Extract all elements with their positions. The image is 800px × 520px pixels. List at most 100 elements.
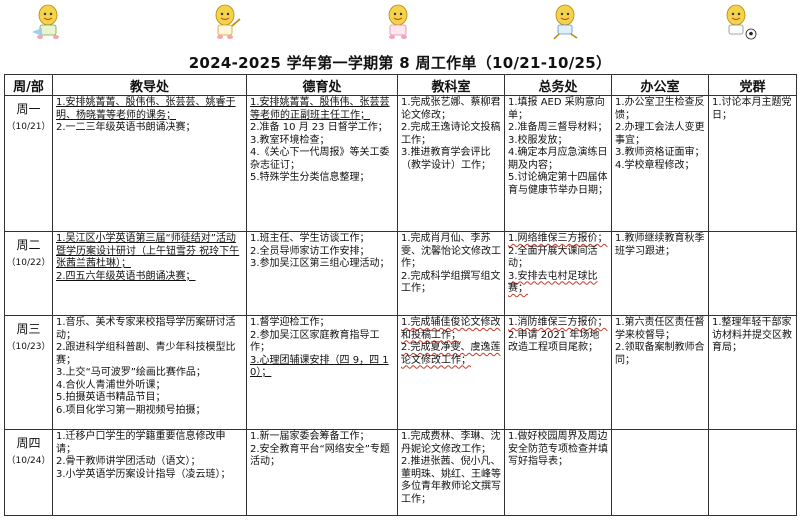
task-item: 5.特殊学生分类信息整理； (250, 172, 370, 183)
task-item: 1.完成张艺娜、蔡柳君论文修改； (401, 97, 501, 121)
task-item: 1.安排姚菁菁、殷伟伟、张芸芸、姚睿于明、杨晓菁等老师的课务； (56, 97, 236, 121)
task-item: 1.迁移户口学生的学籍重要信息修改申请； (56, 431, 226, 455)
task-item: 1.教师继续教育秋季班学习跟进； (615, 233, 705, 257)
task-cell-moral-education: 1.班主任、学生访谈工作； 2.全员导师家访工作安排； 3.参加吴江区第三组心理… (246, 231, 398, 316)
task-item: 3.上交“马可波罗”绘画比赛作品； (56, 367, 206, 378)
table-row-tuesday: 周二 （10/22） 1.吴江区小学英语第三届“师徒结对”活动暨学历案设计研讨（… (4, 231, 797, 316)
table-row-monday: 周一 （10/21） 1.安排姚菁菁、殷伟伟、张芸芸、姚睿于明、杨晓菁等老师的课… (4, 95, 797, 232)
day-name: 周二 (16, 238, 41, 252)
task-cell-party-affairs: 1.讨论本月主题党日； (708, 95, 797, 232)
task-item: 1.整理年轻干部家访材料并提交区教育局； (712, 317, 792, 353)
task-item: 2.完成科学组撰写组文工作； (401, 270, 501, 295)
task-item: 2.完成王逸诗论文投稿工作； (401, 122, 501, 146)
task-cell-general-affairs: 1.网络维保三方报价； 2.全面开展大课间活动； 3.安排去屯村足球比赛； (504, 231, 612, 316)
task-item: 4.《关心下一代周报》等关工委杂志征订； (250, 147, 390, 171)
header-decoration (0, 0, 800, 44)
task-cell-general-affairs: 1.消防维保三方报价； 2.申请 2021 年场地改造工程项目尾款； (504, 315, 612, 430)
mascot-reading-icon (32, 4, 59, 39)
day-name: 周四 (16, 436, 41, 450)
task-item: 3.推进教育学会评比（教学设计）工作； (401, 147, 491, 171)
task-cell-research-office: 1.完成肖月仙、李苏雯、沈馨怡论文修改工作； 2.完成科学组撰写组文工作； (397, 231, 505, 316)
task-item: 4.学校章程修改； (615, 159, 695, 171)
task-item: 1.班主任、学生访谈工作； (250, 233, 370, 244)
task-item: 2.领取备案制教师合同； (615, 342, 705, 366)
task-cell-moral-education: 1.新一届家委会筹备工作； 2.安全教育平台“网络安全”专题活动； (246, 429, 398, 516)
task-cell-academic-affairs: 1.音乐、美术专家来校指导学历案研讨活动； 2.跟进科学组科普剧、青少年科技模型… (52, 315, 247, 430)
task-cell-admin-office: 1.办公室卫生检查反馈； 2.办理工会法人变更事宜； 3.教师资格证面审； 4.… (611, 95, 709, 232)
task-cell-moral-education: 1.安排姚菁菁、殷伟伟、张芸芸等老师的正副班主任工作； 2.准备 10 月 23… (246, 95, 398, 232)
task-item: 3.参加吴江区第三组心理活动； (250, 258, 390, 269)
task-item: 1.网络维保三方报价； (508, 233, 608, 244)
task-item: 2.申请 2021 年场地改造工程项目尾款； (508, 329, 600, 354)
task-cell-admin-office: 1.教师继续教育秋季班学习跟进； (611, 231, 709, 316)
task-item: 1.办公室卫生检查反馈； (615, 97, 705, 121)
task-cell-academic-affairs: 1.吴江区小学英语第三届“师徒结对”活动暨学历案设计研讨（上午钮雪芬 祝玲下午张… (52, 231, 247, 316)
task-item: 1.吴江区小学英语第三届“师徒结对”活动暨学历案设计研讨（上午钮雪芬 祝玲下午张… (56, 233, 240, 269)
task-cell-research-office: 1.完成张艺娜、蔡柳君论文修改； 2.完成王逸诗论文投稿工作； 3.推进教育学会… (397, 95, 505, 232)
task-item: 1.讨论本月主题党日； (712, 97, 792, 121)
task-cell-party-affairs (708, 429, 797, 516)
mascot-hugging-icon (388, 4, 408, 39)
day-cell: 周一 （10/21） (4, 95, 53, 232)
task-item: 2.推进张茜、倪小凡、董明珠、姚红、王峰等多位青年教师论文撰写工作； (401, 456, 501, 505)
task-item: 1.新一届家委会筹备工作； (250, 431, 370, 442)
column-header-party-affairs: 党群 (708, 74, 797, 96)
column-header-general-affairs: 总务处 (504, 74, 612, 96)
column-header-research-office: 教科室 (397, 74, 505, 96)
table-row-wednesday: 周三 （10/23） 1.音乐、美术专家来校指导学历案研讨活动； 2.跟进科学组… (4, 315, 797, 430)
task-cell-party-affairs (708, 231, 797, 316)
day-cell: 周三 （10/23） (4, 315, 53, 430)
task-item: 2.办理工会法人变更事宜； (615, 122, 705, 146)
task-item: 2.完成夏净雯、虞逸莲论文修改工作； (401, 342, 501, 366)
task-item: 4.确定本月应急演练日期及内容； (508, 147, 608, 171)
task-cell-admin-office: 1.第六责任区责任督学来校督导； 2.领取备案制教师合同； (611, 315, 709, 430)
task-item: 2.一二三年级英语书朗诵决赛； (56, 122, 196, 133)
task-cell-academic-affairs: 1.安排姚菁菁、殷伟伟、张芸芸、姚睿于明、杨晓菁等老师的课务； 2.一二三年级英… (52, 95, 247, 232)
task-item: 2.跟进科学组科普剧、青少年科技模型比赛； (56, 342, 236, 366)
day-date: （10/22） (6, 258, 51, 268)
task-cell-general-affairs: 1.填报 AED 采购意向单； 2.准备周三督导材料； 3.校服发放； 4.确定… (504, 95, 612, 232)
task-item: 1.安排姚菁菁、殷伟伟、张芸芸等老师的正副班主任工作； (250, 97, 390, 121)
task-item: 2.参加吴江区家庭教育指导工作； (250, 329, 380, 354)
task-item: 6.项目化学习第一期视频号拍摄； (56, 404, 206, 416)
day-name: 周三 (16, 322, 41, 336)
task-item: 1.第六责任区责任督学来校督导； (615, 317, 705, 341)
task-item: 4.合伙人青浦世外听课； (56, 379, 166, 391)
task-item: 1.音乐、美术专家来校指导学历案研讨活动； (56, 317, 236, 341)
task-cell-moral-education: 1.督学迎检工作； 2.参加吴江区家庭教育指导工作； 3.心理团辅课安排（四 9… (246, 315, 398, 430)
day-date: （10/21） (6, 122, 51, 132)
task-item: 2.准备周三督导材料； (508, 122, 608, 133)
task-item: 5.讨论确定第十四届体育与健康节举办日期； (508, 172, 608, 196)
column-header-admin-office: 办公室 (611, 74, 709, 96)
column-header-day: 周/部 (4, 74, 53, 96)
task-item: 2.准备 10 月 23 日督学工作； (250, 122, 388, 133)
task-item: 2.安全教育平台“网络安全”专题活动； (250, 443, 390, 468)
task-cell-research-office: 1.完成辅佳俊论文修改和投稿工作； 2.完成夏净雯、虞逸莲论文修改工作； (397, 315, 505, 430)
task-cell-academic-affairs: 1.迁移户口学生的学籍重要信息修改申请； 2.骨干教师讲学团活动（语文）； 3.… (52, 429, 247, 516)
task-item: 2.全员导师家访工作安排； (250, 245, 370, 257)
table-header-row: 周/部 教导处 德育处 教科室 总务处 办公室 党群 (4, 74, 797, 96)
day-cell: 周四 （10/24） (4, 429, 53, 516)
page-title: 2024-2025 学年第一学期第 8 周工作单（10/21-10/25） (188, 54, 612, 72)
task-item: 2.骨干教师讲学团活动（语文）； (56, 456, 201, 467)
task-item: 1.完成辅佳俊论文修改和投稿工作； (401, 317, 501, 341)
mascot-running-icon (553, 4, 578, 40)
task-item: 1.做好校园周界及周边安全防范专项检查并填写好指导表； (508, 431, 608, 467)
task-item: 2.全面开展大课间活动； (508, 245, 598, 270)
task-item: 1.消防维保三方报价； (508, 317, 608, 328)
task-item: 1.督学迎检工作； (250, 317, 330, 328)
task-cell-research-office: 1.完成费林、李琳、沈丹妮论文修改工作； 2.推进张茜、倪小凡、董明珠、姚红、王… (397, 429, 505, 516)
task-cell-general-affairs: 1.做好校园周界及周边安全防范专项检查并填写好指导表； (504, 429, 612, 516)
day-date: （10/24） (6, 456, 51, 466)
task-item: 5.拍摄英语书精品节目； (56, 392, 166, 403)
mascot-soccer-icon (726, 4, 757, 40)
task-item: 3.安排去屯村足球比赛； (508, 270, 598, 295)
task-item: 1.完成费林、李琳、沈丹妮论文修改工作； (401, 431, 501, 455)
task-item: 3.校服发放； (508, 134, 568, 146)
task-item: 3.小学英语学历案设计指导（凌云琏）； (56, 468, 231, 480)
task-item: 3.教室环境检查； (250, 134, 330, 146)
day-name: 周一 (16, 102, 41, 116)
task-item: 2.四五六年级英语书朗诵决赛； (56, 270, 196, 282)
task-cell-party-affairs: 1.整理年轻干部家访材料并提交区教育局； (708, 315, 797, 430)
task-item: 3.教师资格证面审； (615, 147, 705, 158)
